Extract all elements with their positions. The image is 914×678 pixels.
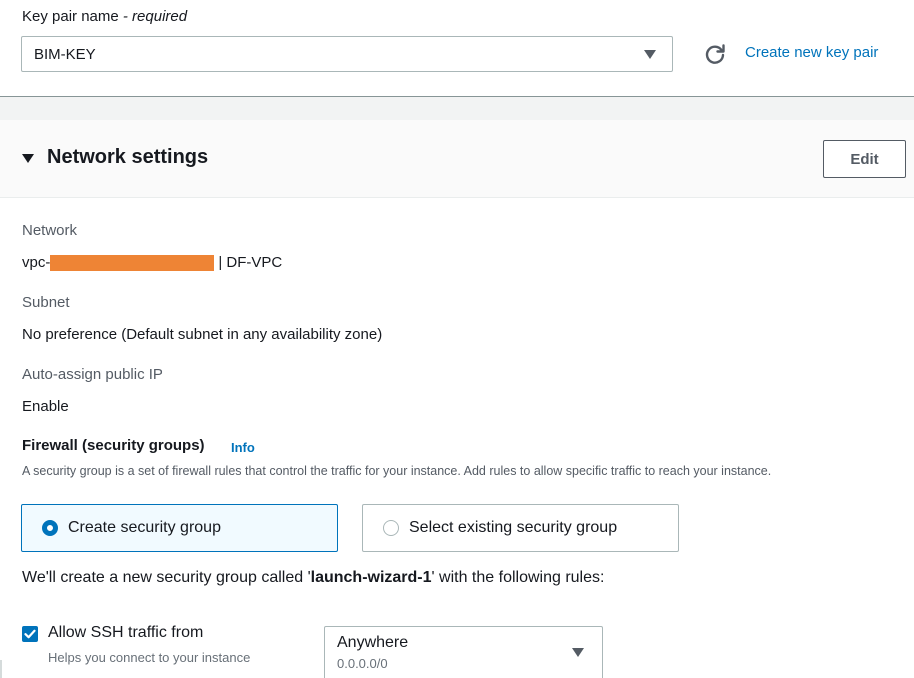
subnet-value: No preference (Default subnet in any ava…	[22, 326, 383, 343]
section-separator	[0, 96, 914, 120]
refresh-icon[interactable]	[704, 43, 726, 65]
allow-ssh-sublabel: Helps you connect to your instance	[48, 650, 251, 665]
ssh-source-cidr: 0.0.0.0/0	[337, 656, 388, 671]
caret-down-icon[interactable]	[572, 648, 584, 657]
redaction-bar	[50, 254, 215, 271]
key-pair-select[interactable]: BIM-KEY	[21, 36, 673, 72]
subnet-label: Subnet	[22, 294, 70, 311]
page-edge-divider	[0, 660, 2, 678]
caret-down-icon	[644, 50, 656, 59]
network-settings-title[interactable]: Network settings	[47, 146, 208, 169]
caret-down-icon[interactable]	[22, 154, 34, 163]
create-key-pair-link[interactable]: Create new key pair	[745, 44, 878, 61]
firewall-title: Firewall (security groups)	[22, 437, 205, 454]
key-pair-label: Key pair name - required	[22, 8, 188, 25]
firewall-description: A security group is a set of firewall ru…	[22, 464, 772, 478]
network-label: Network	[22, 222, 78, 239]
create-security-group-option[interactable]: Create security group	[21, 504, 338, 552]
security-group-name: launch-wizard-1	[310, 569, 432, 586]
radio-unselected-icon[interactable]	[383, 520, 399, 536]
auto-assign-ip-label: Auto-assign public IP	[22, 366, 163, 383]
ssh-source-value: Anywhere	[337, 634, 409, 651]
auto-assign-ip-value: Enable	[22, 398, 69, 415]
vpc-value: vpc- | DF-VPC	[22, 254, 283, 271]
select-existing-security-group-option[interactable]: Select existing security group	[362, 504, 679, 552]
security-group-note: We'll create a new security group called…	[22, 569, 605, 586]
edit-button[interactable]: Edit	[823, 140, 906, 178]
key-pair-selected-value: BIM-KEY	[34, 45, 96, 63]
allow-ssh-label[interactable]: Allow SSH traffic from	[48, 624, 203, 642]
checkbox-checked-icon[interactable]	[22, 626, 38, 642]
radio-selected-icon[interactable]	[42, 520, 58, 536]
firewall-info-link[interactable]: Info	[231, 440, 255, 455]
